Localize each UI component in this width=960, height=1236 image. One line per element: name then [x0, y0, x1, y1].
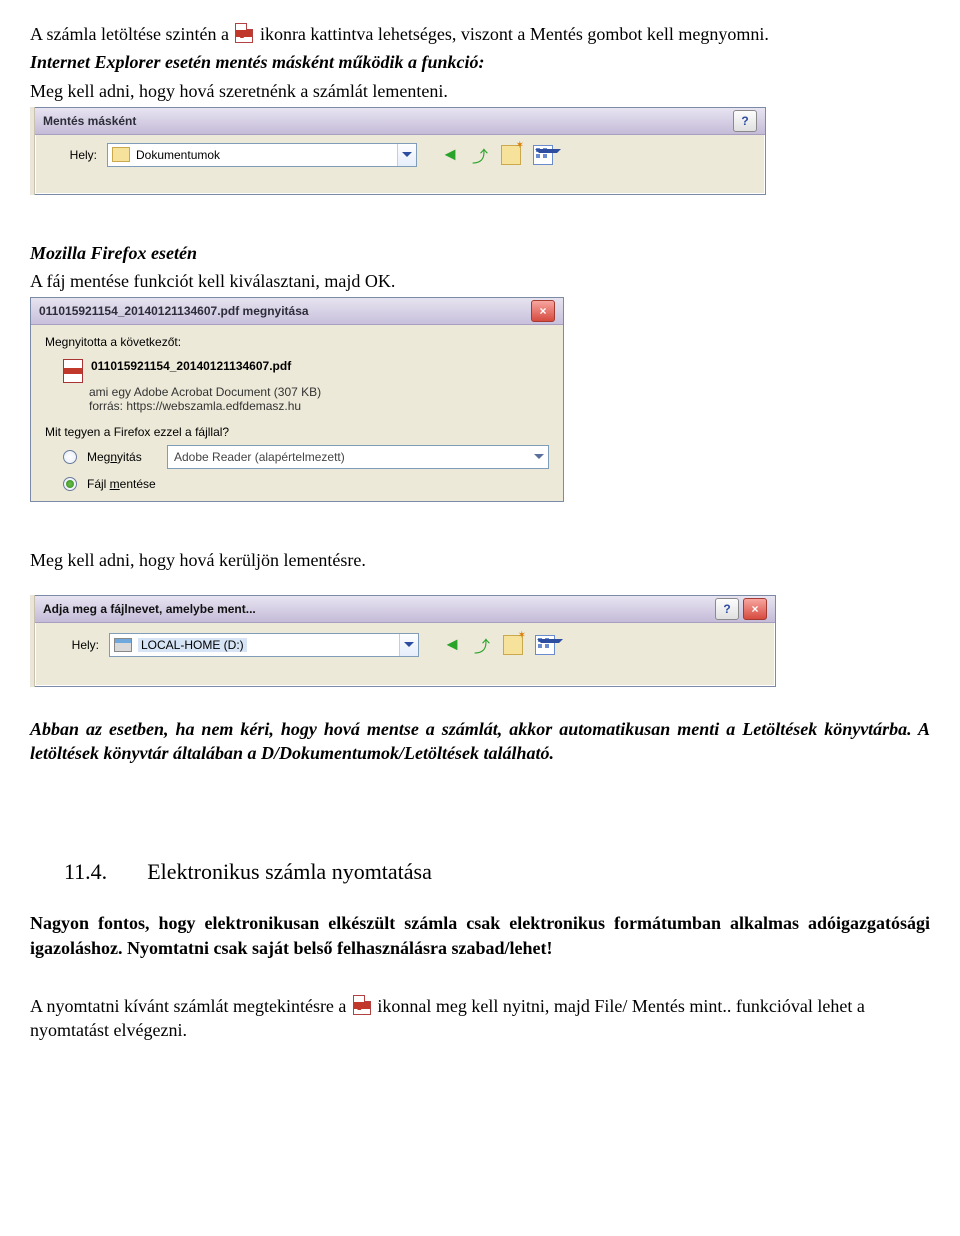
up-folder-icon[interactable]: ⤴ [473, 636, 491, 654]
text-fragment: A nyomtatni kívánt számlát megtekintésre… [30, 996, 351, 1016]
pdf-icon: ▲ [235, 23, 253, 43]
location-value: Dokumentumok [136, 148, 220, 162]
opened-label: Megnyitotta a következőt: [45, 335, 549, 349]
firefox-instruction: A fáj mentése funkciót kell kiválasztani… [30, 269, 930, 293]
section-heading: 11.4. Elektronikus számla nyomtatása [64, 859, 930, 885]
dialog-title: 011015921154_20140121134607.pdf megnyitá… [39, 304, 309, 318]
dialog-title: Adja meg a fájlnevet, amelybe ment... [43, 602, 256, 616]
close-button[interactable]: × [531, 300, 555, 322]
firefox-heading: Mozilla Firefox esetén [30, 241, 930, 265]
location-combo[interactable]: LOCAL-HOME (D:) [109, 633, 419, 657]
radio-checked-icon[interactable] [63, 477, 77, 491]
back-icon[interactable]: ◄ [443, 636, 461, 654]
option-open[interactable]: Megnyitás Adobe Reader (alapértelmezett) [63, 445, 549, 469]
pdf-icon: ▲ [353, 995, 371, 1015]
option-save[interactable]: Fájl mentése [63, 477, 549, 491]
new-folder-icon[interactable] [501, 145, 521, 165]
views-icon[interactable] [533, 145, 553, 165]
paragraph-download: A számla letöltése szintén a ▲ ikonra ka… [30, 22, 930, 46]
dialog-title: Mentés másként [43, 114, 136, 128]
section-number: 11.4. [64, 859, 107, 885]
firefox-open-dialog: 011015921154_20140121134607.pdf megnyitá… [30, 297, 564, 502]
saveas-dialog-firefox: Adja meg a fájlnevet, amelybe ment... ? … [35, 595, 776, 687]
dialog-titlebar: 011015921154_20140121134607.pdf megnyitá… [31, 298, 563, 325]
folder-icon [112, 147, 130, 162]
dialog-nav-icons: ◄ ⤴ [443, 635, 555, 655]
new-folder-icon[interactable] [503, 635, 523, 655]
dialog-titlebar: Adja meg a fájlnevet, amelybe ment... ? … [35, 596, 775, 623]
open-with-combo[interactable]: Adobe Reader (alapértelmezett) [167, 445, 549, 469]
text-fragment: A számla letöltése szintén a [30, 24, 233, 44]
up-folder-icon[interactable]: ⤴ [471, 146, 489, 164]
opened-filename: 011015921154_20140121134607.pdf [91, 359, 291, 383]
dialog-nav-icons: ◄ ⤴ [441, 145, 553, 165]
location-combo[interactable]: Dokumentumok [107, 143, 417, 167]
help-button[interactable]: ? [715, 598, 739, 620]
auto-save-note: Abban az esetben, ha nem kéri, hogy hová… [30, 717, 930, 766]
location-value: LOCAL-HOME (D:) [138, 638, 247, 652]
help-button[interactable]: ? [733, 110, 757, 132]
radio-unchecked-icon[interactable] [63, 450, 77, 464]
saveas-dialog-ie: Mentés másként ? Hely: Dokumentumok ◄ ⤴ [35, 107, 766, 195]
dialog-title-filename: 011015921154_20140121134607.pdf [39, 304, 239, 318]
action-question: Mit tegyen a Firefox ezzel a fájllal? [45, 425, 549, 439]
option-save-label: Fájl mentése [87, 477, 156, 491]
dialog-titlebar: Mentés másként ? [35, 108, 765, 135]
section-title: Elektronikus számla nyomtatása [147, 859, 432, 885]
open-with-value: Adobe Reader (alapértelmezett) [174, 450, 345, 464]
drive-icon [114, 638, 132, 652]
location-label: Hely: [45, 148, 97, 162]
ie-heading: Internet Explorer esetén mentés másként … [30, 50, 930, 74]
views-icon[interactable] [535, 635, 555, 655]
important-note: Nagyon fontos, hogy elektronikusan elkés… [30, 911, 930, 960]
chevron-down-icon[interactable] [399, 634, 418, 656]
ie-instruction: Meg kell adni, hogy hová szeretnénk a sz… [30, 79, 930, 103]
save-location-instruction: Meg kell adni, hogy hová kerüljön lement… [30, 548, 930, 572]
file-source-line: forrás: https://webszamla.edfdemasz.hu [89, 399, 549, 413]
location-label: Hely: [47, 638, 99, 652]
text-fragment: ikonra kattintva lehetséges, viszont a M… [260, 24, 769, 44]
dialog-title-suffix: megnyitása [243, 304, 309, 318]
close-button[interactable]: × [743, 598, 767, 620]
print-instruction: A nyomtatni kívánt számlát megtekintésre… [30, 994, 930, 1043]
chevron-down-icon[interactable] [397, 144, 416, 166]
pdf-file-icon [63, 359, 83, 383]
file-type-line: ami egy Adobe Acrobat Document (307 KB) [89, 385, 549, 399]
option-open-label: Megnyitás [87, 450, 157, 464]
back-icon[interactable]: ◄ [441, 146, 459, 164]
